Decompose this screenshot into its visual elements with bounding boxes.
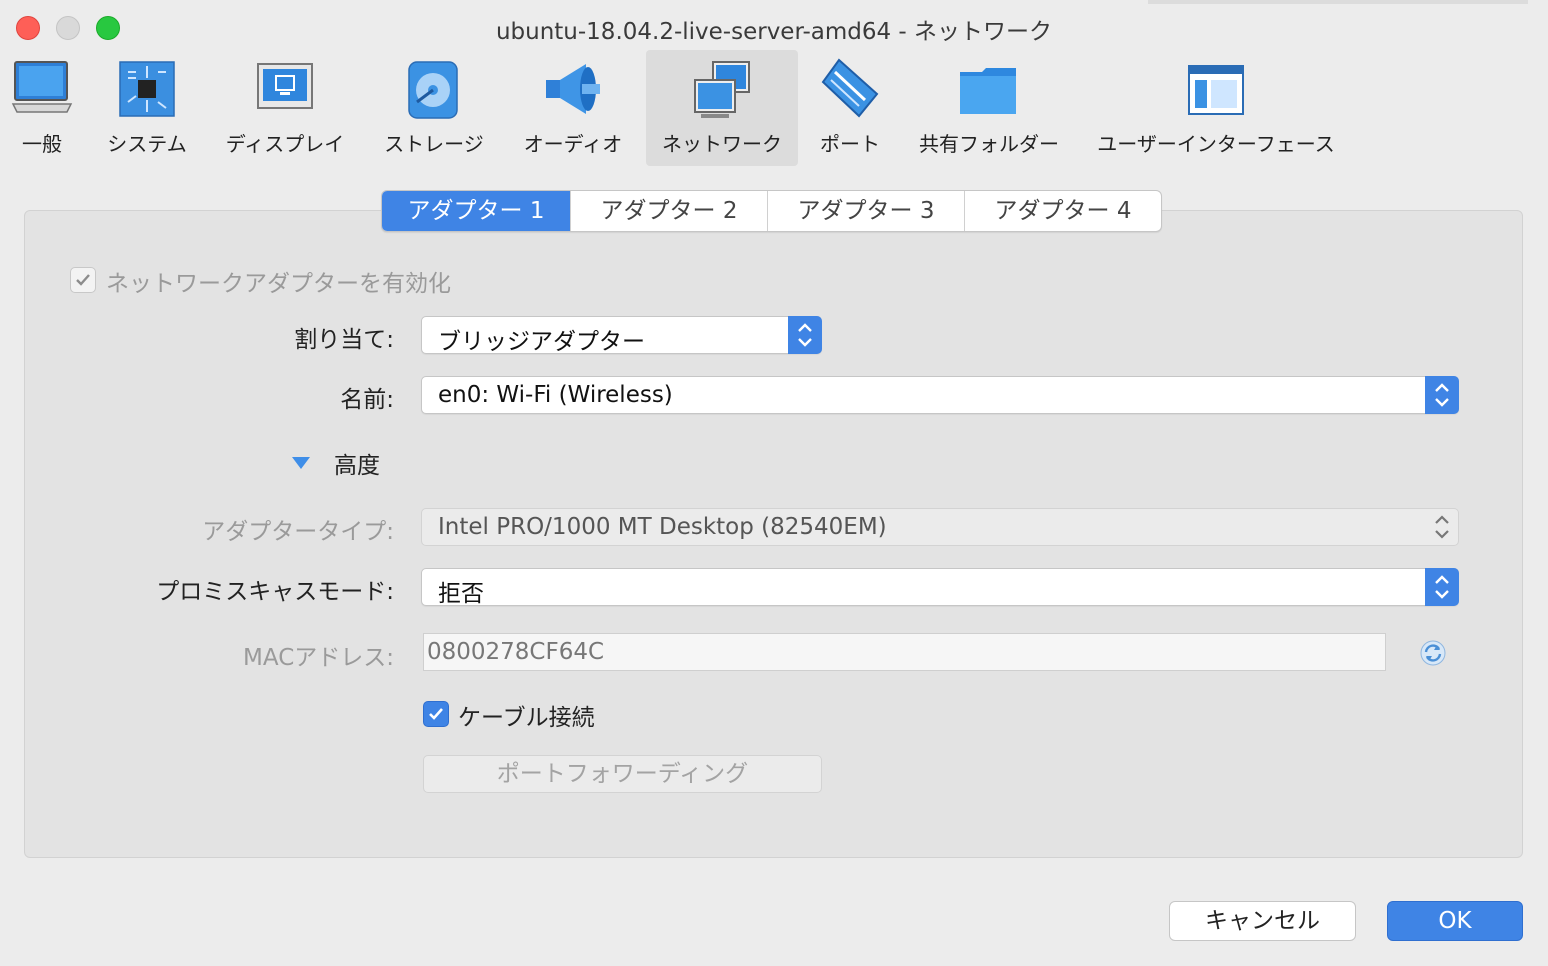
window-title: ubuntu-18.04.2-live-server-amd64 - ネットワー… [495,19,1053,45]
adapter-tabs: アダプター 1 アダプター 2 アダプター 3 アダプター 4 [381,190,1162,232]
port-connector-icon [819,58,881,120]
cable-connected-checkbox[interactable] [423,701,449,727]
toolbar-label: ユーザーインターフェース [1097,132,1335,156]
advanced-label: 高度 [334,453,380,479]
toolbar-label: オーディオ [523,132,623,156]
port-forwarding-button[interactable]: ポートフォワーディング [423,755,822,793]
checkmark-icon [76,274,90,286]
toolbar-label: ディスプレイ [225,132,345,156]
select-stepper-icon [788,316,822,354]
system-chip-icon [116,58,178,120]
mac-address-value: 0800278CF64C [427,639,605,665]
user-interface-icon [1185,58,1247,120]
ok-button[interactable]: OK [1387,901,1523,941]
checkmark-icon [429,708,443,720]
select-stepper-icon [1425,508,1459,546]
toolbar-item-shared-folders[interactable]: 共有フォルダー [914,50,1064,166]
adapter-type-value: Intel PRO/1000 MT Desktop (82540EM) [438,514,887,540]
title-bar: ubuntu-18.04.2-live-server-amd64 - ネットワー… [0,0,1548,52]
select-stepper-icon [1425,376,1459,414]
adapter-type-select[interactable]: Intel PRO/1000 MT Desktop (82540EM) [421,508,1459,546]
toolbar-item-general[interactable]: 一般 [0,50,84,166]
toolbar-item-ports[interactable]: ポート [810,50,890,166]
select-stepper-icon [1425,568,1459,606]
name-value: en0: Wi-Fi (Wireless) [438,382,673,408]
cancel-button[interactable]: キャンセル [1169,901,1356,941]
adapter-type-label: アダプタータイプ: [202,519,394,545]
settings-toolbar: 一般 システム ディスプレイ ストレージ オーディオ ネットワーク ポート 共有… [0,50,1548,166]
toolbar-item-system[interactable]: システム [100,50,194,166]
display-monitor-icon [254,58,316,120]
toolbar-label: ネットワーク [662,132,782,156]
mac-address-field[interactable]: 0800278CF64C [423,633,1386,671]
toolbar-item-user-interface[interactable]: ユーザーインターフェース [1094,50,1338,166]
enable-adapter-label: ネットワークアダプターを有効化 [106,271,451,297]
attached-to-value: ブリッジアダプター [438,329,645,355]
audio-speaker-icon [542,58,604,120]
tab-adapter-3[interactable]: アダプター 3 [767,191,964,231]
name-select[interactable]: en0: Wi-Fi (Wireless) [421,376,1459,414]
toolbar-item-storage[interactable]: ストレージ [378,50,490,166]
toolbar-label: システム [107,132,187,156]
toolbar-label: ポート [820,132,880,156]
promiscuous-mode-select[interactable]: 拒否 [421,568,1459,607]
promiscuous-mode-label: プロミスキャスモード: [156,579,394,605]
network-icon [691,58,753,120]
toolbar-label: 共有フォルダー [919,132,1059,156]
storage-disk-icon [403,58,465,120]
tab-adapter-2[interactable]: アダプター 2 [570,191,767,231]
shared-folder-icon [958,58,1020,120]
promiscuous-mode-value: 拒否 [438,581,484,607]
general-icon [11,58,73,120]
toolbar-label: ストレージ [384,132,484,156]
toolbar-item-audio[interactable]: オーディオ [518,50,628,166]
cable-connected-label: ケーブル接続 [458,705,595,731]
name-label: 名前: [340,387,394,413]
enable-adapter-checkbox[interactable] [70,267,96,293]
attached-to-select[interactable]: ブリッジアダプター [421,316,822,355]
refresh-mac-icon[interactable] [1418,638,1448,668]
tab-adapter-1[interactable]: アダプター 1 [382,191,570,231]
toolbar-item-display[interactable]: ディスプレイ [220,50,350,166]
disclosure-triangle-icon [292,457,310,469]
toolbar-label: 一般 [22,132,62,156]
mac-address-label: MACアドレス: [243,645,394,671]
tab-adapter-4[interactable]: アダプター 4 [964,191,1161,231]
attached-to-label: 割り当て: [294,327,394,353]
toolbar-item-network[interactable]: ネットワーク [646,50,798,166]
